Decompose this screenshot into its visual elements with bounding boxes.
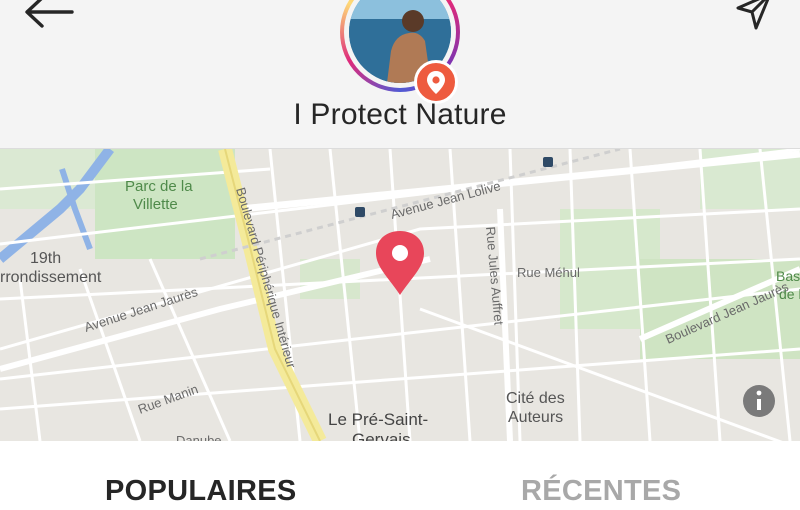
header-bar: I Protect Nature (0, 0, 800, 149)
label-base-1: Base (776, 268, 800, 284)
label-cite-2: Auteurs (508, 409, 563, 426)
map-canvas: Parc de la Villette 19th rrondissement A… (0, 149, 800, 441)
label-parc: Parc de la (125, 178, 193, 195)
tab-recent[interactable]: RÉCENTES (521, 475, 681, 508)
label-jean-lolive: Avenue Jean Lolive (389, 178, 502, 222)
label-danube: Danube (176, 433, 222, 441)
location-pin-icon (427, 71, 445, 94)
share-button[interactable] (734, 0, 774, 32)
label-arr-1: 19th (30, 250, 61, 267)
label-cite-1: Cité des (506, 390, 565, 407)
tab-bar: POPULAIRES RÉCENTES (0, 442, 800, 510)
info-icon[interactable] (743, 385, 775, 417)
arrow-left-icon (25, 0, 74, 28)
label-pre-2: Gervais (352, 430, 411, 441)
paper-plane-icon (736, 0, 770, 30)
location-title: I Protect Nature (293, 98, 507, 131)
label-pre-1: Le Pré-Saint- (328, 410, 428, 429)
tab-popular[interactable]: POPULAIRES (105, 475, 297, 508)
label-manin: Rue Manin (136, 381, 200, 417)
location-map[interactable]: Parc de la Villette 19th rrondissement A… (0, 149, 800, 441)
map-pin-icon[interactable] (376, 231, 424, 295)
label-base-2: de l (779, 286, 800, 302)
label-parc-2: Villette (133, 196, 178, 213)
label-arr-2: rrondissement (0, 269, 102, 286)
label-mehul: Rue Méhul (517, 265, 580, 280)
back-button[interactable] (22, 0, 78, 34)
